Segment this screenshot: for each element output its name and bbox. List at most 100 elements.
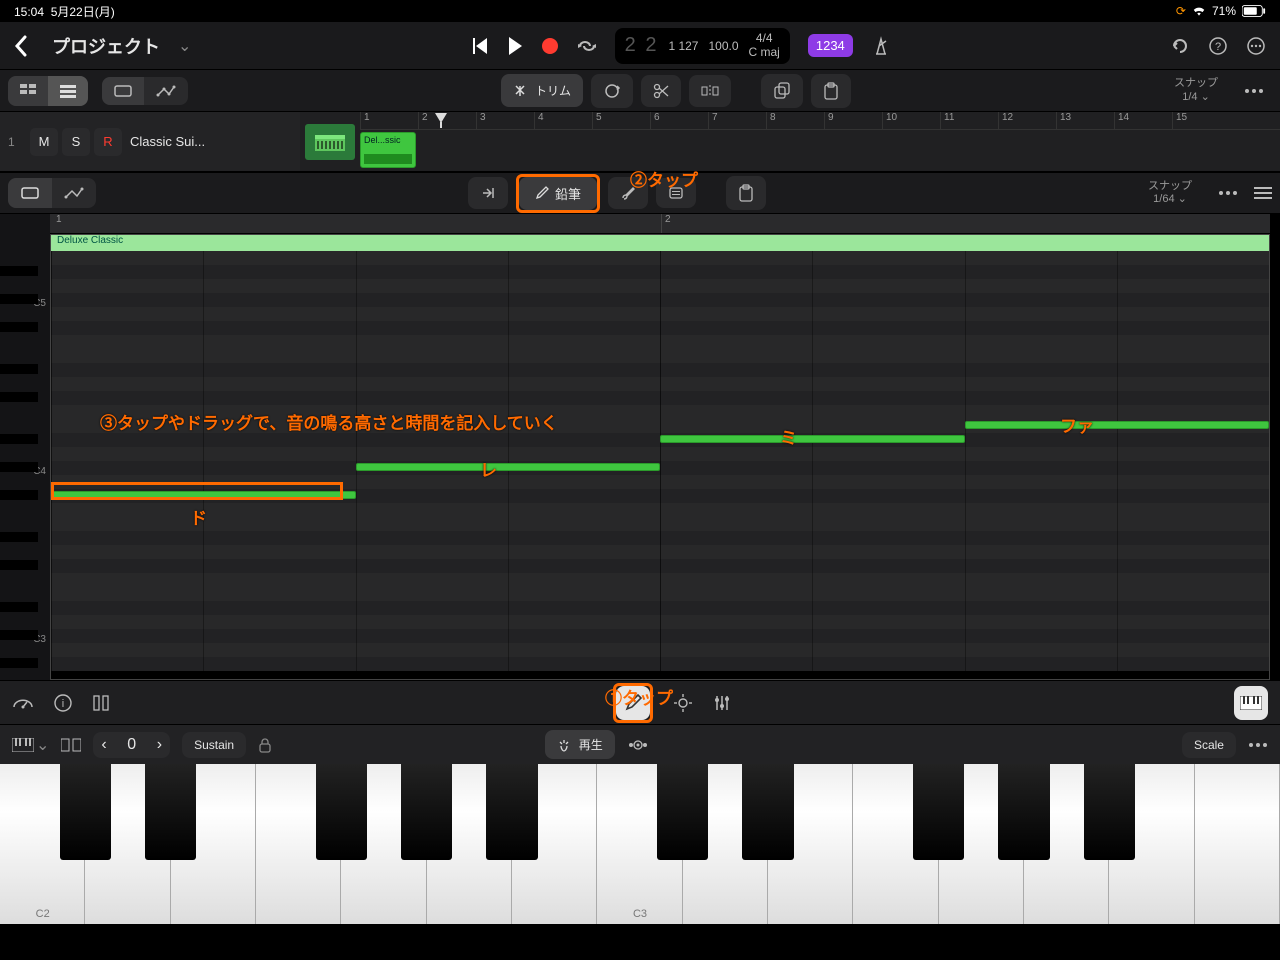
track-name[interactable]: Classic Sui...: [130, 134, 292, 149]
pr-paste-button[interactable]: [726, 176, 766, 210]
black-key[interactable]: [998, 764, 1049, 860]
annotation-fa: ファ: [1060, 412, 1094, 437]
pr-menu-button[interactable]: [1254, 187, 1272, 199]
octave-up-button[interactable]: ›: [157, 736, 162, 754]
scale-button[interactable]: Scale: [1182, 732, 1236, 758]
count-in-button[interactable]: 1234: [808, 34, 853, 57]
white-key[interactable]: [1195, 764, 1280, 924]
more-button[interactable]: [1246, 36, 1266, 56]
region-header: Deluxe Classic: [51, 235, 1269, 251]
split-tool-button[interactable]: [689, 75, 731, 107]
annotation-instruction: ③タップやドラッグで、音の鳴る高さと時間を記入していく: [100, 409, 558, 434]
black-key[interactable]: [401, 764, 452, 860]
clock: 15:04: [14, 5, 44, 19]
kb-more-button[interactable]: [1248, 742, 1268, 748]
chevron-down-icon[interactable]: ⌄: [178, 36, 191, 56]
midi-note[interactable]: [965, 421, 1270, 429]
piano-keys-sidebar[interactable]: C3C4C5: [0, 214, 50, 680]
view-grid-button[interactable]: [8, 76, 48, 106]
black-key[interactable]: [486, 764, 537, 860]
mixer-button[interactable]: [713, 694, 731, 712]
instrument-icon[interactable]: [305, 124, 355, 160]
project-title[interactable]: プロジェクト: [52, 33, 160, 59]
musical-keyboard[interactable]: C2C3: [0, 764, 1280, 924]
track-header[interactable]: 1 M S R Classic Sui...: [0, 112, 300, 171]
black-key[interactable]: [145, 764, 196, 860]
snap-setting[interactable]: スナップ1/4 ⌄: [1174, 77, 1218, 103]
go-to-start-button[interactable]: [471, 38, 489, 54]
pr-bar-ruler[interactable]: 12: [50, 214, 1270, 234]
playhead[interactable]: [434, 112, 448, 126]
tracks-more-button[interactable]: [1244, 88, 1264, 94]
record-button[interactable]: [541, 37, 559, 55]
cycle-button[interactable]: [577, 39, 597, 53]
automation-view-button[interactable]: [144, 77, 188, 105]
solo-button[interactable]: S: [62, 128, 90, 156]
record-enable-button[interactable]: R: [94, 128, 122, 156]
scissors-tool-button[interactable]: [641, 75, 681, 107]
pr-snap-setting[interactable]: スナップ1/64 ⌄: [1148, 180, 1192, 206]
black-key[interactable]: [316, 764, 367, 860]
metronome-button[interactable]: [871, 36, 891, 56]
tempo: 100.0: [708, 39, 738, 53]
region-view-button[interactable]: [102, 77, 144, 105]
pr-region-view-button[interactable]: [8, 178, 52, 208]
bar-ruler[interactable]: 123456789101112131415: [360, 112, 1280, 130]
track-toolbar: トリム スナップ1/4 ⌄: [0, 70, 1280, 112]
rotation-lock-icon: ⟳: [1176, 4, 1186, 18]
black-key[interactable]: [60, 764, 111, 860]
back-button[interactable]: [14, 35, 28, 57]
play-button[interactable]: [507, 37, 523, 55]
pencil-tool-button[interactable]: 鉛筆: [519, 177, 597, 210]
annotation-tap2: ②タップ: [630, 166, 698, 191]
octave-stepper[interactable]: ‹ 0 ›: [93, 732, 170, 758]
position-display: 2 2: [625, 34, 659, 57]
key-sig: C maj: [749, 46, 780, 59]
split-keyboard-button[interactable]: [61, 738, 81, 752]
patch-library-button[interactable]: [12, 695, 34, 711]
paste-button[interactable]: [811, 74, 851, 108]
black-key[interactable]: [1084, 764, 1135, 860]
copy-button[interactable]: [761, 74, 803, 108]
black-key[interactable]: [657, 764, 708, 860]
black-key[interactable]: [913, 764, 964, 860]
wifi-icon: [1192, 5, 1206, 17]
pr-automation-button[interactable]: [52, 178, 96, 208]
arpeggiator-button[interactable]: [627, 739, 649, 751]
sustain-button[interactable]: Sustain: [182, 732, 246, 758]
channel-strip-button[interactable]: [92, 695, 110, 711]
brightness-button[interactable]: [673, 693, 693, 713]
note-grid[interactable]: Deluxe Classic: [50, 234, 1270, 680]
status-bar: 15:04 5月22日(月) ⟳ 71%: [0, 0, 1280, 22]
arrangement-area[interactable]: 123456789101112131415 Del...ssic: [360, 112, 1280, 171]
black-key[interactable]: [742, 764, 793, 860]
keyboard-type-button[interactable]: ⌄: [12, 735, 49, 755]
track-number: 1: [8, 135, 22, 149]
midi-note[interactable]: [356, 463, 661, 471]
pr-more-button[interactable]: [1218, 190, 1238, 196]
pr-catch-button[interactable]: [468, 177, 508, 209]
mute-button[interactable]: M: [30, 128, 58, 156]
date: 5月22日(月): [51, 5, 115, 19]
midi-region[interactable]: Del...ssic: [360, 132, 416, 168]
midi-note[interactable]: [660, 435, 965, 443]
octave-value: 0: [117, 736, 147, 754]
time-sig: 4/4: [756, 32, 773, 45]
help-button[interactable]: ?: [1208, 36, 1228, 56]
piano-roll: 12 C3C4C5 Deluxe Classic ③タップやドラッグで、音の鳴る…: [0, 214, 1280, 680]
undo-button[interactable]: [1170, 36, 1190, 56]
lock-button[interactable]: [258, 737, 272, 753]
keyboard-toggle-button[interactable]: [1234, 686, 1268, 720]
loop-tool-button[interactable]: [591, 74, 633, 108]
main-toolbar: プロジェクト ⌄ 2 2 1 127 100.0 4/4 C maj 1234 …: [0, 22, 1280, 70]
info-button[interactable]: i: [54, 694, 72, 712]
svg-text:?: ?: [1215, 41, 1221, 53]
view-list-button[interactable]: [48, 76, 88, 106]
svg-text:i: i: [62, 698, 64, 710]
locator: 1 127: [668, 39, 698, 53]
lcd-display[interactable]: 2 2 1 127 100.0 4/4 C maj: [615, 28, 790, 64]
trim-tool-button[interactable]: トリム: [501, 74, 583, 107]
octave-down-button[interactable]: ‹: [101, 736, 106, 754]
play-surface-button[interactable]: 再生: [545, 730, 615, 759]
keyboard-control-bar: ⌄ ‹ 0 › Sustain 再生 Scale: [0, 724, 1280, 764]
